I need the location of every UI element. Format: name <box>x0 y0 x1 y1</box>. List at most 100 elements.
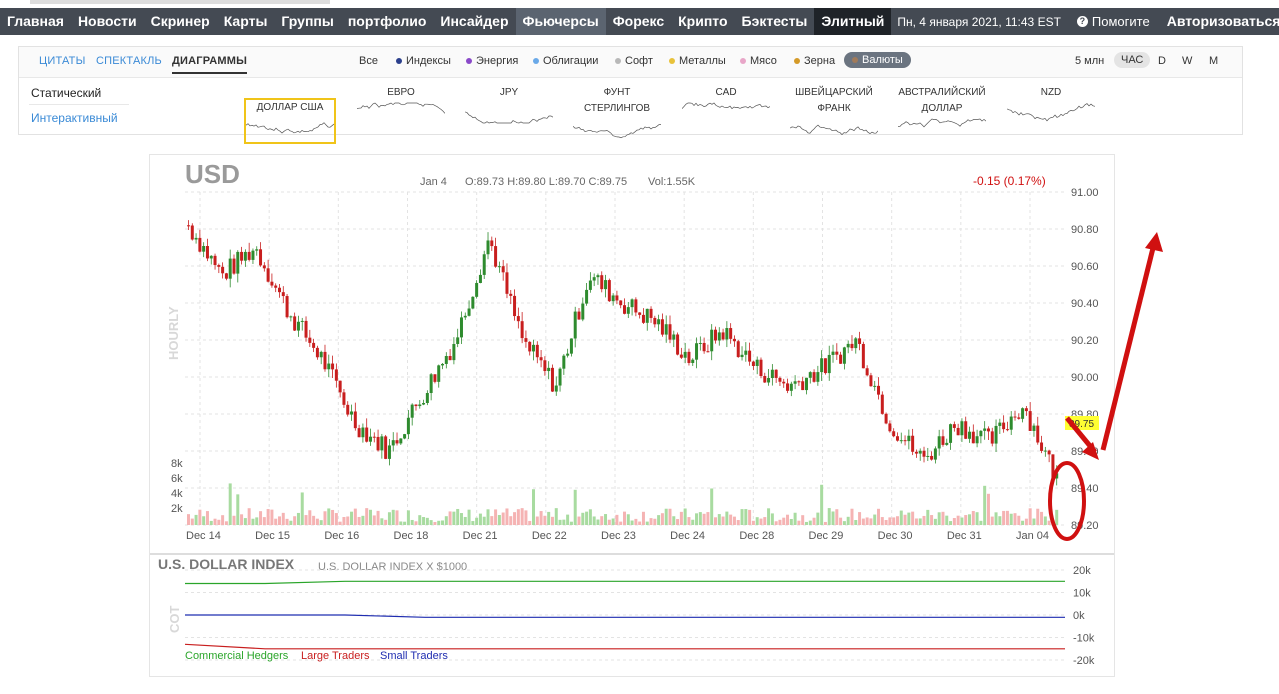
nav-item-news[interactable]: Новости <box>71 8 144 35</box>
candle-body <box>808 372 812 378</box>
mini-chart-5[interactable]: CAD <box>676 85 776 141</box>
candle-body <box>641 314 645 323</box>
filter-indices[interactable]: Индексы <box>396 55 451 67</box>
nav-item-portfolio[interactable]: портфолио <box>341 8 434 35</box>
candle-body <box>452 343 456 361</box>
mini-chart-4[interactable]: ФУНТ СТЕРЛИНГОВ <box>567 85 667 141</box>
filter-bonds[interactable]: Облигации <box>533 55 598 67</box>
volume-bar <box>949 521 953 525</box>
volume-bar <box>835 509 839 525</box>
dot-icon <box>533 58 539 64</box>
timeframe-5min[interactable]: 5 млн <box>1075 55 1104 67</box>
candle-body <box>524 338 528 342</box>
candle-body <box>657 319 661 325</box>
filter-meats[interactable]: Мясо <box>740 55 777 67</box>
filter-currencies[interactable]: Валюты <box>844 52 911 68</box>
filter-all[interactable]: Все <box>359 55 378 67</box>
mini-chart-3[interactable]: JPY <box>459 85 559 141</box>
volume-bar <box>490 516 494 525</box>
nav-item-maps[interactable]: Карты <box>217 8 275 35</box>
candle-body <box>975 436 979 444</box>
tab-quotes[interactable]: ЦИТАТЫ <box>39 55 86 67</box>
candle-body <box>387 445 391 459</box>
nav-item-insider[interactable]: Инсайдер <box>433 8 515 35</box>
filter-grains[interactable]: Зерна <box>794 55 835 67</box>
sparkline-path <box>681 102 771 110</box>
volume-bar <box>528 520 532 525</box>
filter-metals[interactable]: Металлы <box>669 55 726 67</box>
volume-bar <box>865 517 869 525</box>
volume-bar <box>968 514 972 525</box>
cot-subtitle: U.S. DOLLAR INDEX X $1000 <box>318 561 467 573</box>
link-static[interactable]: Статический <box>31 86 101 100</box>
candle-body <box>304 320 308 338</box>
candle-body <box>532 344 536 352</box>
candle-body <box>384 436 388 459</box>
volume-bar <box>509 516 513 525</box>
sparkline <box>1006 103 1096 122</box>
y-tick-label: 89.20 <box>1071 520 1099 532</box>
link-interactive[interactable]: Интерактивный <box>31 111 118 125</box>
nav-item-forex[interactable]: Форекс <box>606 8 671 35</box>
filter-label: Мясо <box>750 55 777 67</box>
login-link[interactable]: Авторизоваться <box>1160 8 1279 35</box>
candle-body <box>600 275 604 290</box>
mini-label-line2: СТЕРЛИНГОВ <box>583 103 651 114</box>
volume-bar <box>861 518 865 525</box>
volume-bar <box>312 515 316 525</box>
candle-body <box>664 324 668 335</box>
candle-body <box>217 265 221 267</box>
volume-bar <box>342 516 346 525</box>
nav-item-groups[interactable]: Группы <box>274 8 340 35</box>
tab-charts[interactable]: ДИАГРАММЫ <box>172 55 248 74</box>
volume-bar <box>422 517 426 525</box>
volume-bar <box>736 520 740 525</box>
timeframe-hour[interactable]: ЧАС <box>1114 52 1151 68</box>
filter-energy[interactable]: Энергия <box>466 55 518 67</box>
tab-performance[interactable]: СПЕКТАКЛЬ <box>96 55 162 67</box>
nav-item-elite[interactable]: Элитный <box>814 8 892 35</box>
candle-body <box>1005 429 1009 431</box>
y-tick-label: 90.00 <box>1071 372 1099 384</box>
mini-chart-6[interactable]: ШВЕЙЦАРСКИЙ ФРАНК <box>784 85 884 141</box>
nav-item-screener[interactable]: Скринер <box>144 8 217 35</box>
candle-body <box>209 255 213 259</box>
candle-body <box>353 411 357 429</box>
candle-body <box>198 237 202 252</box>
nav-item-backtests[interactable]: Бэктесты <box>735 8 815 35</box>
mini-label-line1: ФУНТ <box>603 87 631 98</box>
dot-icon <box>396 58 402 64</box>
candle-body <box>562 355 566 369</box>
mini-chart-2[interactable]: ЕВРО <box>351 85 451 141</box>
nav-item-home[interactable]: Главная <box>0 8 71 35</box>
candle-body <box>300 320 304 322</box>
candle-body <box>331 363 335 370</box>
volume-bar <box>903 514 907 525</box>
volume-ticks: 8k 6k 4k 2k <box>171 458 183 515</box>
mini-chart-1[interactable]: ДОЛЛАР США <box>244 98 336 144</box>
candle-body <box>812 372 816 382</box>
nav-item-futures[interactable]: Фьючерсы <box>515 8 606 35</box>
candle-body <box>998 422 1002 426</box>
candle-body <box>797 381 801 383</box>
timeframe-monthly[interactable]: M <box>1209 55 1218 67</box>
volume-bar <box>641 511 645 525</box>
timeframe-weekly[interactable]: W <box>1182 55 1192 67</box>
candle-body <box>687 351 691 363</box>
top-nav: Главная Новости Скринер Карты Группы пор… <box>0 8 1279 35</box>
candle-body <box>880 394 884 414</box>
volume-bar <box>566 514 570 525</box>
price-chart[interactable]: 91.0090.8090.6090.4090.2090.0089.8089.60… <box>150 155 1114 676</box>
candle-body <box>448 355 452 361</box>
mini-chart-8[interactable]: NZD <box>1001 85 1101 141</box>
filter-softs[interactable]: Софт <box>615 55 653 67</box>
candle-body <box>255 249 259 251</box>
candle-body <box>444 355 448 364</box>
nav-item-crypto[interactable]: Крипто <box>671 8 734 35</box>
candle-body <box>243 251 247 261</box>
help-link[interactable]: ? Помогите <box>1067 14 1160 29</box>
mini-chart-7[interactable]: АВСТРАЛИЙСКИЙ ДОЛЛАР <box>892 85 992 141</box>
timeframe-daily[interactable]: D <box>1158 55 1166 67</box>
volume-tick-label: 8k <box>171 458 183 470</box>
volume-bar <box>372 515 376 525</box>
